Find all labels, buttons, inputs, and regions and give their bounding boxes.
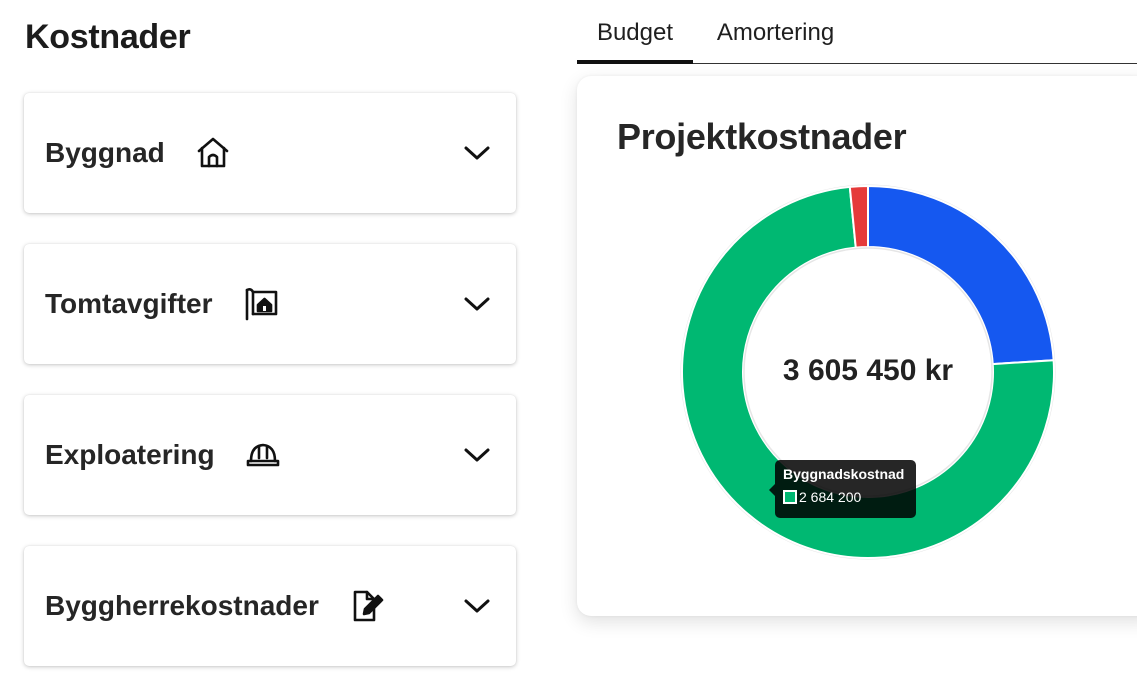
chevron-down-icon[interactable] [463,291,491,317]
house-icon [195,135,231,171]
accordion-label: Tomtavgifter [45,288,213,319]
tab-bar: Budget Amortering [577,0,1137,64]
accordion-label: Exploatering [45,439,215,470]
accordion-byggnad[interactable]: Byggnad [24,93,516,213]
tooltip-swatch [783,490,797,504]
chevron-down-icon[interactable] [463,442,491,468]
donut-chart [680,184,1056,560]
total-amount: 3 605 450 kr [782,354,954,387]
project-costs-card: Projektkostnader 3 605 450 kr Byggnadsko… [577,76,1137,616]
document-edit-icon [349,588,385,624]
page-title: Kostnader [25,18,191,56]
accordion-exploatering[interactable]: Exploatering [24,395,516,515]
chevron-down-icon[interactable] [463,140,491,166]
accordion-byggherrekostnader[interactable]: Byggherrekostnader [24,546,516,666]
hard-hat-icon [245,437,281,473]
tab-budget[interactable]: Budget [577,0,693,64]
tooltip-value: 2 684 200 [799,489,862,505]
accordion-label: Byggnad [45,137,165,168]
accordion-tomtavgifter[interactable]: Tomtavgifter [24,244,516,364]
plot-sign-icon [243,286,279,322]
chart-tooltip: Byggnadskostnad 2 684 200 [769,460,916,518]
tooltip-title: Byggnadskostnad [783,466,905,482]
tab-amortering[interactable]: Amortering [695,0,856,63]
accordion-label: Byggherrekostnader [45,590,319,621]
chevron-down-icon[interactable] [463,593,491,619]
